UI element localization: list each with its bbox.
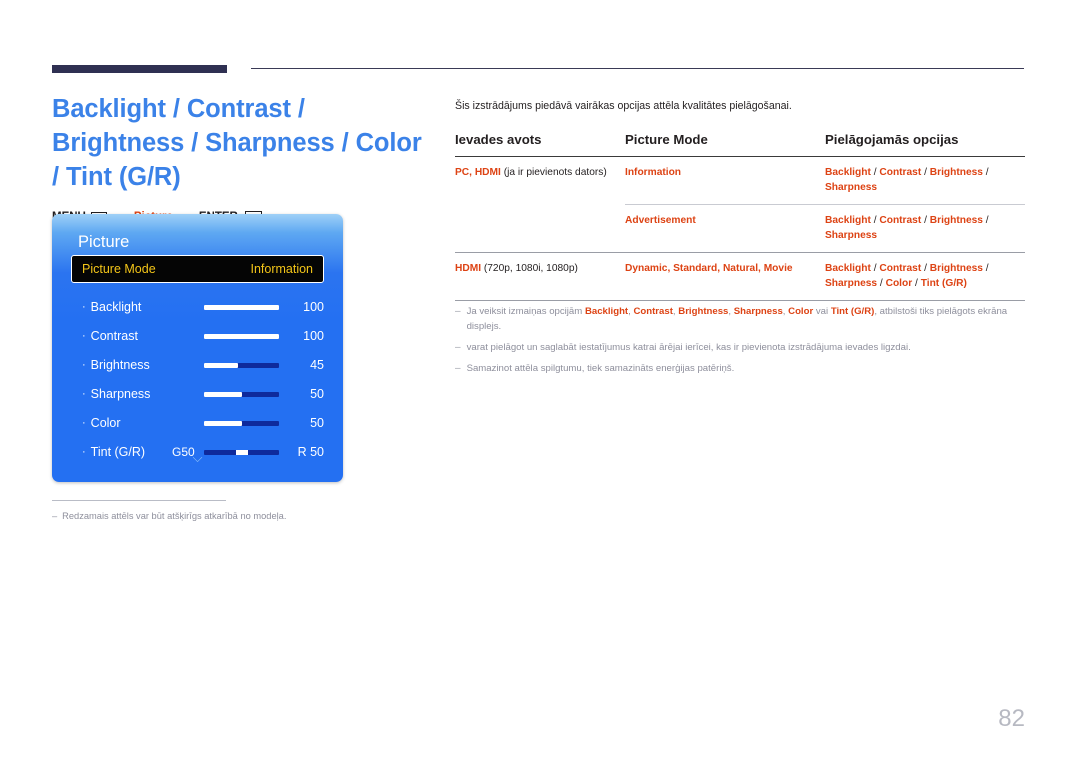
osd-slider-sharpness[interactable]: [204, 391, 279, 397]
osd-bullet: ·: [82, 387, 86, 400]
osd-picture-panel: Picture Picture Mode Information · Backl…: [52, 214, 343, 482]
note-text: Ja veiksit izmaiņas opcijām Backlight, C…: [466, 306, 1008, 332]
osd-bullet: ·: [82, 416, 86, 429]
table-row: PC, HDMI (ja ir pievienots dators) Infor…: [455, 157, 1025, 205]
osd-bullet: ·: [82, 329, 86, 342]
osd-label-sharpness: Sharpness: [90, 387, 151, 401]
osd-bullet: ·: [82, 300, 86, 313]
chevron-down-icon[interactable]: ⌵: [52, 451, 343, 464]
osd-row-backlight[interactable]: · Backlight 100: [71, 293, 324, 321]
cell-source-empty: [455, 205, 625, 253]
cell-source: HDMI (720p, 1080i, 1080p): [455, 252, 625, 301]
cell-source: PC, HDMI (ja ir pievienots dators): [455, 157, 625, 205]
header-rule: [52, 64, 1024, 76]
document-page: Backlight / Contrast / Brightness / Shar…: [0, 0, 1080, 763]
osd-label-color: Color: [90, 416, 121, 430]
note-text: Samazinot attēla spilgtumu, tiek samazin…: [466, 363, 735, 374]
osd-bullet: ·: [82, 358, 86, 371]
note-item: ‒ Samazinot attēla spilgtumu, tiek samaz…: [455, 361, 1027, 376]
cell-source-note: (ja ir pievienots dators): [503, 167, 607, 178]
cell-mode: Dynamic, Standard, Natural, Movie: [625, 252, 825, 301]
cell-mode: Information: [625, 167, 682, 178]
osd-label-backlight: Backlight: [90, 300, 142, 314]
osd-picture-mode-label: Picture Mode: [82, 262, 156, 276]
note-text: varat pielāgot un saglabāt iestatījumus …: [466, 342, 911, 353]
header-rule-thin: [251, 68, 1024, 69]
osd-label-brightness: Brightness: [90, 358, 150, 372]
header-rule-thick: [52, 65, 227, 73]
right-column: Šis izstrādājums piedāvā vairākas opcija…: [455, 99, 1025, 301]
table-header-options: Pielāgojamās opcijas: [825, 132, 959, 147]
osd-row-brightness[interactable]: · Brightness 45: [71, 351, 324, 379]
note-item: ‒ varat pielāgot un saglabāt iestatījumu…: [455, 340, 1027, 355]
intro-text: Šis izstrādājums piedāvā vairākas opcija…: [455, 100, 792, 112]
osd-label-contrast: Contrast: [90, 329, 138, 343]
footnote-text: Redzamais attēls var būt atšķirīgs atkar…: [62, 511, 287, 521]
osd-slider-backlight[interactable]: [204, 304, 279, 310]
note-dash: ‒: [455, 363, 461, 374]
cell-source-main: HDMI: [455, 263, 482, 274]
osd-value-color: 50: [310, 416, 324, 430]
osd-slider-color[interactable]: [204, 420, 279, 426]
osd-title: Picture: [78, 233, 130, 251]
table-header-picture-mode: Picture Mode: [625, 132, 708, 147]
osd-row-sharpness[interactable]: · Sharpness 50: [71, 380, 324, 408]
page-number: 82: [998, 705, 1025, 732]
table-header-row: Ievades avots Picture Mode Pielāgojamās …: [455, 132, 1025, 157]
left-column: Backlight / Contrast / Brightness / Shar…: [52, 92, 422, 223]
note-item: ‒ Ja veiksit izmaiņas opcijām Backlight,…: [455, 304, 1027, 334]
osd-slider-brightness[interactable]: [204, 362, 279, 368]
table-header-source: Ievades avots: [455, 132, 542, 147]
osd-value-sharpness: 50: [310, 387, 324, 401]
osd-value-contrast: 100: [303, 329, 324, 343]
osd-value-backlight: 100: [303, 300, 324, 314]
osd-row-color[interactable]: · Color 50: [71, 409, 324, 437]
picture-mode-table: Ievades avots Picture Mode Pielāgojamās …: [455, 132, 1025, 301]
cell-options: Backlight / Contrast / Brightness / Shar…: [825, 167, 989, 193]
table-row: HDMI (720p, 1080i, 1080p) Dynamic, Stand…: [455, 252, 1025, 301]
page-title: Backlight / Contrast / Brightness / Shar…: [52, 95, 422, 191]
cell-options: Backlight / Contrast / Brightness / Shar…: [825, 204, 1025, 253]
cell-mode: Advertisement: [625, 204, 825, 253]
footnote-dash: ‒: [52, 511, 58, 521]
cell-source-note: (720p, 1080i, 1080p): [483, 263, 578, 274]
left-footnote: ‒ Redzamais attēls var būt atšķirīgs atk…: [52, 509, 412, 523]
note-dash: ‒: [455, 342, 461, 353]
table-row: Advertisement Backlight / Contrast / Bri…: [455, 204, 1025, 253]
osd-value-brightness: 45: [310, 358, 324, 372]
left-footnote-rule: [52, 500, 226, 501]
osd-row-picture-mode[interactable]: Picture Mode Information: [71, 255, 324, 283]
note-dash: ‒: [455, 306, 461, 317]
osd-slider-contrast[interactable]: [204, 333, 279, 339]
notes-list: ‒ Ja veiksit izmaiņas opcijām Backlight,…: [455, 304, 1027, 382]
osd-picture-mode-value: Information: [250, 262, 313, 276]
osd-row-contrast[interactable]: · Contrast 100: [71, 322, 324, 350]
cell-options: Backlight / Contrast / Brightness / Shar…: [825, 252, 1025, 301]
cell-source-main: PC, HDMI: [455, 167, 501, 178]
